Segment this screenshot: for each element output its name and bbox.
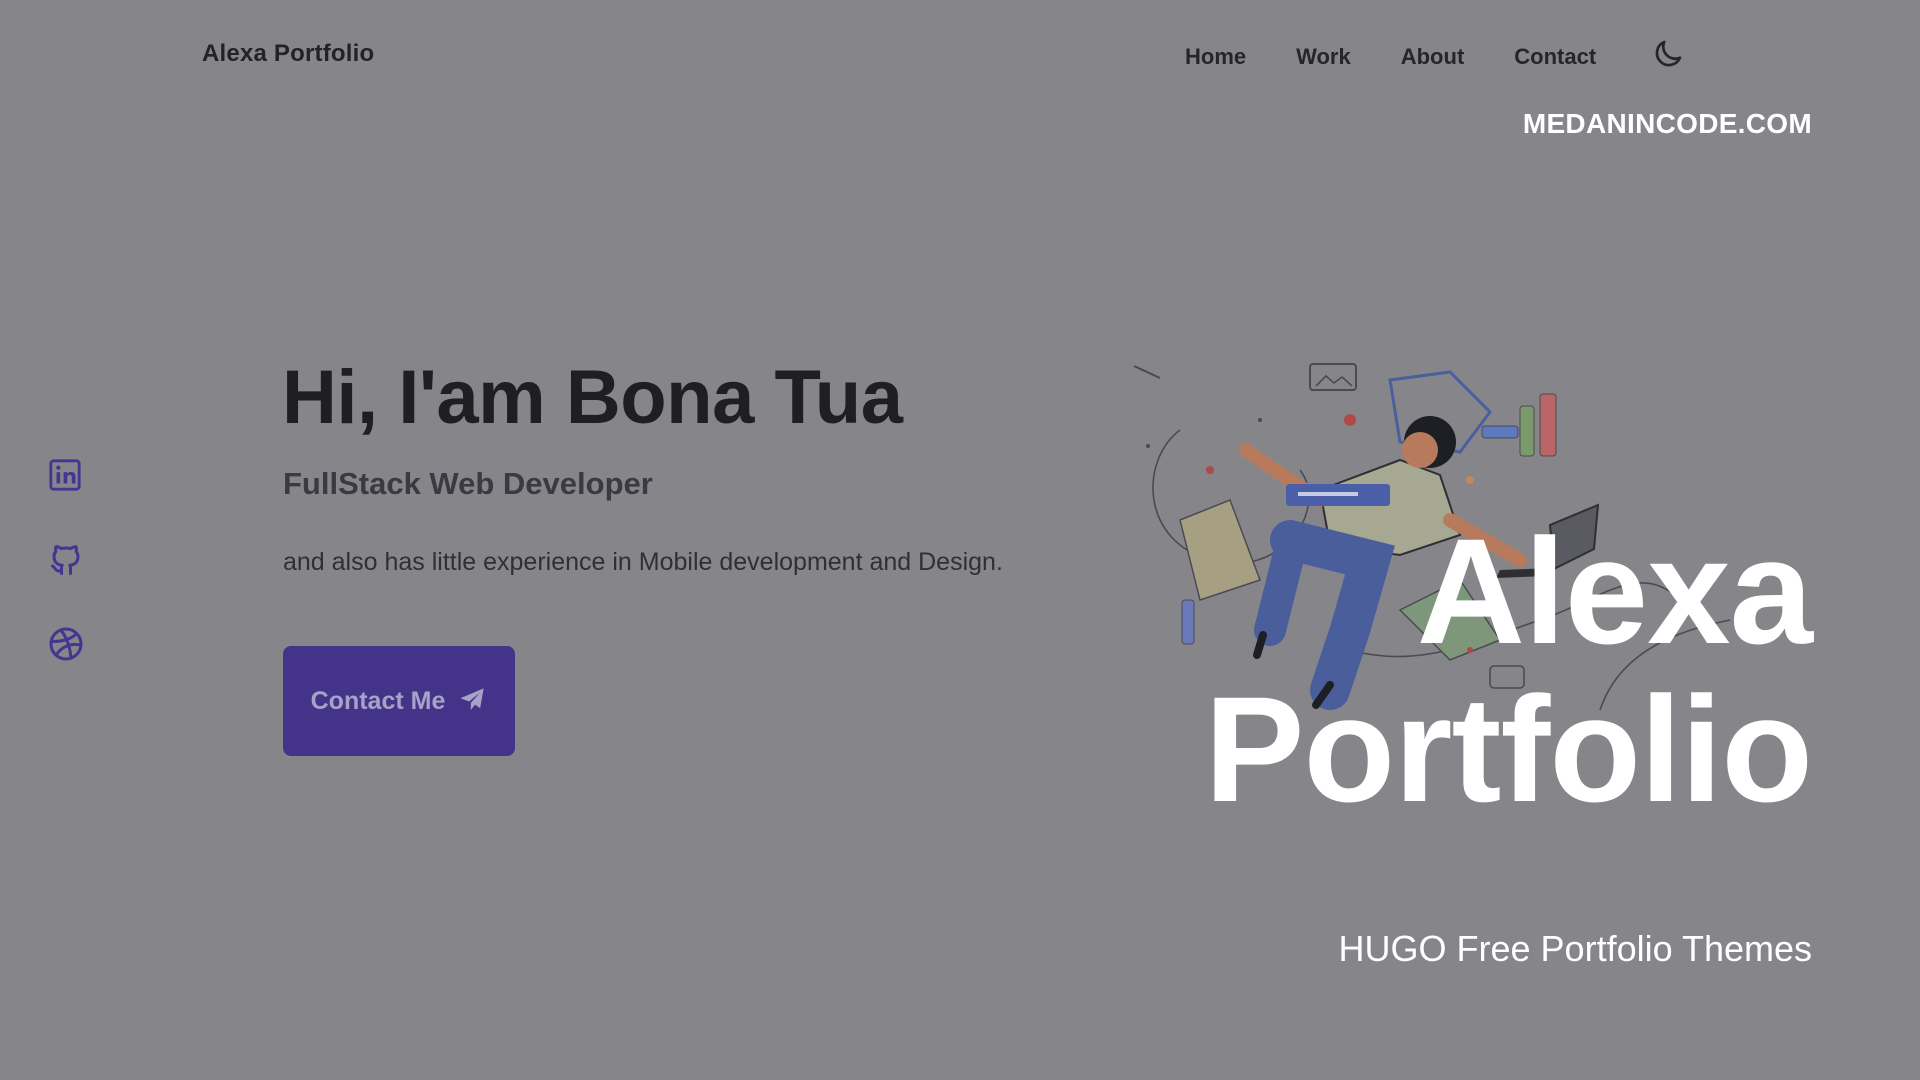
contact-me-label: Contact Me — [310, 686, 446, 715]
linkedin-icon[interactable] — [48, 458, 84, 494]
contact-me-button[interactable]: Contact Me — [283, 646, 515, 756]
overlay-title: Alexa Portfolio — [1204, 507, 1813, 833]
site-tag: MEDANINCODE.COM — [1522, 108, 1812, 139]
paper-plane-icon — [457, 686, 487, 717]
social-links — [48, 458, 84, 710]
overlay-title-line2: Portfolio — [1204, 665, 1813, 833]
brand-logo[interactable]: Alexa Portfolio — [202, 40, 374, 68]
moon-icon[interactable] — [1650, 36, 1686, 72]
overlay-subtitle: HUGO Free Portfolio Themes — [1338, 928, 1812, 969]
nav-home[interactable]: Home — [1185, 44, 1246, 70]
hero-description: and also has little experience in Mobile… — [283, 548, 1003, 576]
dribbble-icon[interactable] — [48, 626, 84, 662]
nav-contact[interactable]: Contact — [1514, 44, 1596, 70]
page: Alexa Portfolio Home Work About Contact … — [0, 0, 1920, 1080]
hero-role: FullStack Web Developer — [283, 466, 653, 501]
github-icon[interactable] — [48, 542, 84, 578]
nav-work[interactable]: Work — [1296, 44, 1351, 70]
nav-about[interactable]: About — [1401, 44, 1465, 70]
overlay-title-line1: Alexa — [1416, 507, 1813, 675]
hero-title: Hi, I'am Bona Tua — [282, 355, 903, 440]
main-nav: Home Work About Contact — [1185, 40, 1686, 72]
